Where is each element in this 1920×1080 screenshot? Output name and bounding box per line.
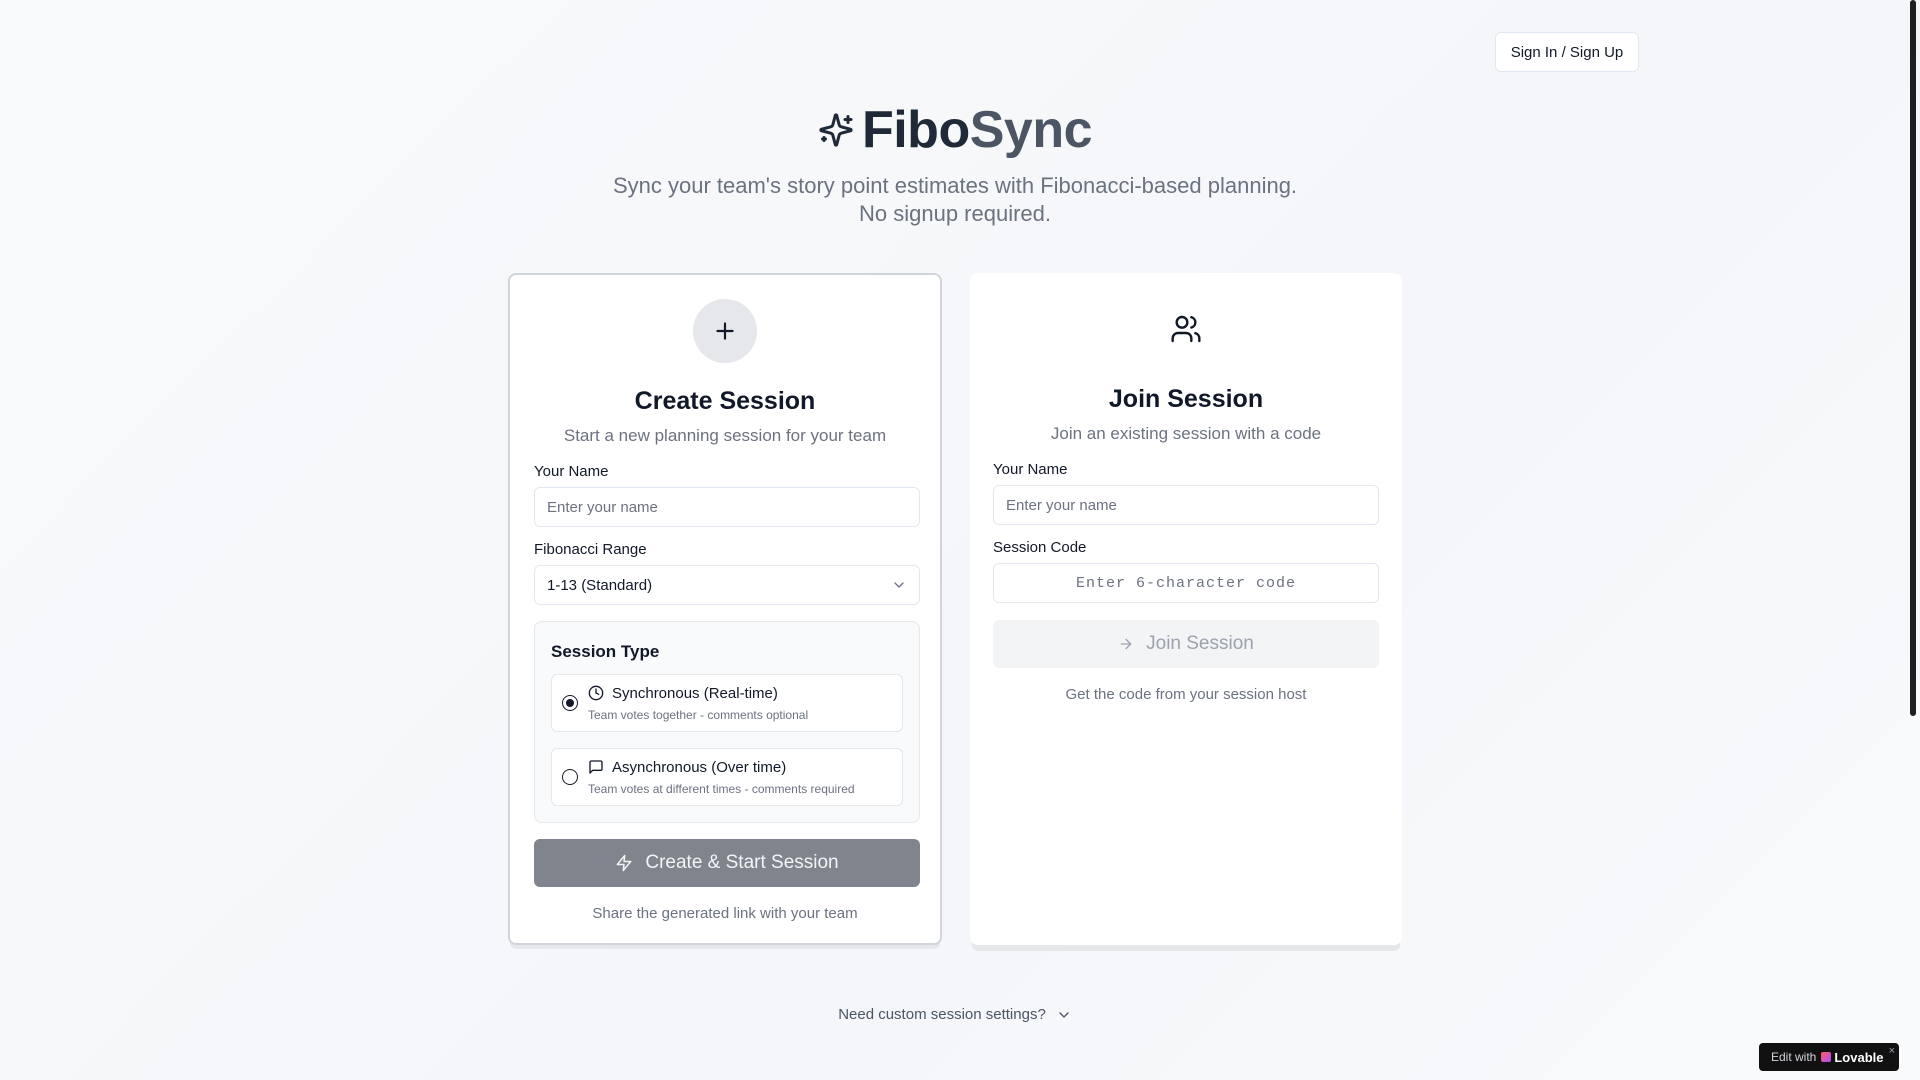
async-option-title: Asynchronous (Over time) [612, 759, 787, 776]
create-session-title: Create Session [634, 387, 816, 415]
sync-option-title: Synchronous (Real-time) [612, 685, 778, 702]
create-start-session-button[interactable]: Create & Start Session [534, 839, 920, 887]
fibonacci-range-select[interactable]: 1-13 (Standard) [534, 565, 920, 605]
async-radio[interactable] [562, 769, 578, 785]
create-name-label: Your Name [534, 463, 609, 480]
session-type-async-option[interactable]: Asynchronous (Over time) Team votes at d… [551, 748, 903, 806]
create-session-subtitle: Start a new planning session for your te… [563, 426, 887, 445]
custom-settings-label: Need custom session settings? [838, 1006, 1046, 1023]
join-session-label: Join Session [1146, 633, 1254, 654]
create-session-card: Create Session Start a new planning sess… [508, 273, 942, 945]
join-session-title: Join Session [1108, 385, 1264, 413]
chevron-down-icon [894, 582, 904, 588]
zap-icon [616, 854, 632, 872]
lovable-brand: Lovable [1821, 1050, 1883, 1065]
join-icon-wrap [1154, 297, 1218, 361]
async-option-desc: Team votes at different times - comments… [588, 782, 855, 796]
app-title-part1: Fibo [861, 101, 970, 159]
brand: FiboSync [818, 100, 1093, 160]
custom-settings-section: Need custom session settings? [0, 1006, 1910, 1023]
badge-prefix: Edit with [1771, 1050, 1817, 1064]
sync-option-desc: Team votes together - comments optional [588, 708, 809, 722]
badge-close-icon[interactable]: × [1889, 1045, 1895, 1057]
clock-icon [588, 685, 604, 701]
plus-icon [716, 322, 734, 340]
app-title: FiboSync [861, 100, 1093, 160]
create-name-input[interactable] [534, 487, 920, 527]
fibonacci-range-value: 1-13 (Standard) [547, 576, 653, 594]
arrow-right-icon [1120, 638, 1132, 650]
join-session-card: Join Session Join an existing session wi… [970, 273, 1402, 945]
subtitle-line-2: No signup required. [858, 201, 1051, 226]
join-name-label: Your Name [993, 461, 1068, 478]
sign-in-button[interactable]: Sign In / Sign Up [1495, 32, 1639, 72]
join-session-subtitle: Join an existing session with a code [1050, 424, 1322, 443]
session-type-title: Session Type [551, 642, 660, 661]
session-code-input[interactable] [993, 563, 1379, 603]
users-icon [1171, 315, 1201, 343]
lovable-logo-icon [1821, 1052, 1832, 1062]
create-footer-note: Share the generated link with your team [592, 905, 858, 922]
sparkles-icon [819, 113, 853, 147]
app-title-part2: Sync [969, 101, 1093, 159]
lovable-brand-name: Lovable [1834, 1049, 1884, 1065]
join-session-button[interactable]: Join Session [993, 620, 1379, 668]
chevron-down-icon [1059, 1011, 1069, 1018]
join-footer-note: Get the code from your session host [1065, 686, 1307, 703]
create-icon-circle [693, 299, 757, 363]
session-code-label: Session Code [993, 539, 1087, 556]
edit-with-lovable-badge[interactable]: Edit with Lovable × [1759, 1043, 1899, 1071]
join-name-input[interactable] [993, 485, 1379, 525]
fibonacci-range-label: Fibonacci Range [534, 541, 647, 558]
message-square-icon [589, 760, 603, 774]
create-start-session-label: Create & Start Session [645, 852, 839, 873]
subtitle-line-1: Sync your team's story point estimates w… [612, 173, 1298, 198]
app-subtitle: Sync your team's story point estimates w… [0, 172, 1910, 228]
session-type-panel: Session Type Synchronous (Real-time) Tea… [534, 621, 920, 823]
sync-radio[interactable] [562, 695, 578, 711]
session-type-sync-option[interactable]: Synchronous (Real-time) Team votes toget… [551, 674, 903, 732]
custom-settings-toggle[interactable]: Need custom session settings? [838, 1006, 1072, 1023]
hero: FiboSync Sync your team's story point es… [0, 100, 1910, 228]
page-scrollbar[interactable] [1910, 0, 1916, 716]
